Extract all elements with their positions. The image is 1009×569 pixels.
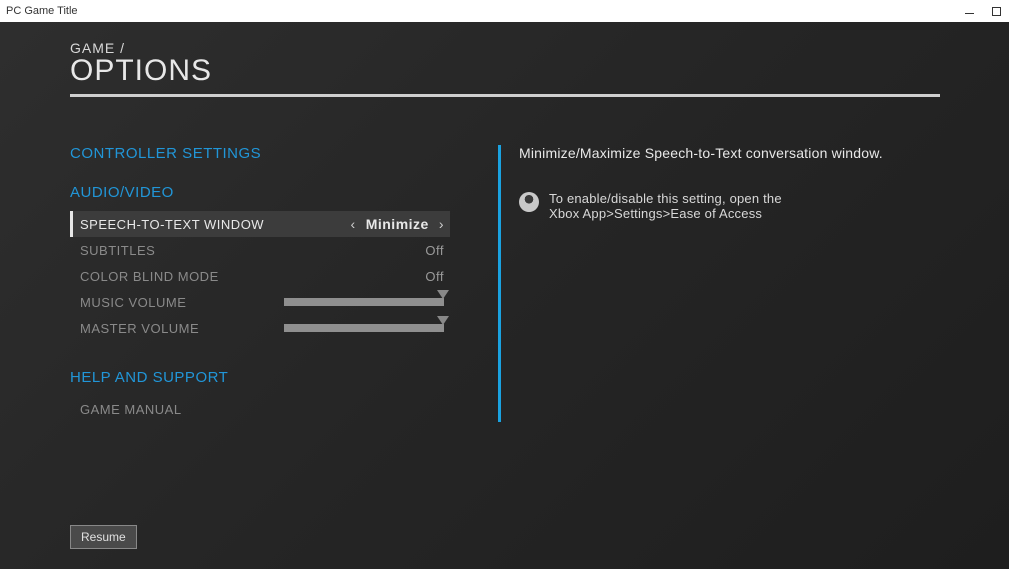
chevron-left-icon[interactable]: ‹ — [351, 216, 356, 232]
option-detail-panel: Minimize/Maximize Speech-to-Text convers… — [498, 145, 928, 422]
xbox-icon — [519, 192, 539, 212]
option-speech-to-text-window[interactable]: SPEECH-TO-TEXT WINDOW ‹ Minimize › — [70, 211, 450, 237]
header-divider — [70, 94, 940, 97]
slider-handle-icon[interactable] — [437, 290, 449, 299]
option-master-volume[interactable]: MASTER VOLUME — [70, 315, 450, 341]
game-viewport: GAME / OPTIONS CONTROLLER SETTINGS AUDIO… — [0, 22, 1009, 569]
slider-track[interactable] — [284, 298, 444, 306]
section-audio-video: AUDIO/VIDEO — [70, 184, 450, 201]
option-value: Minimize — [366, 216, 429, 232]
detail-description: Minimize/Maximize Speech-to-Text convers… — [519, 145, 928, 161]
option-label: GAME MANUAL — [80, 402, 182, 417]
minimize-icon[interactable] — [965, 13, 974, 14]
option-music-volume[interactable]: MUSIC VOLUME — [70, 289, 450, 315]
window-titlebar: PC Game Title — [0, 0, 1009, 22]
resume-button[interactable]: Resume — [70, 525, 137, 549]
hint-line-1: To enable/disable this setting, open the — [549, 191, 782, 206]
hint-line-2: Xbox App>Settings>Ease of Access — [549, 206, 782, 221]
section-help-support: HELP AND SUPPORT — [70, 369, 450, 386]
option-color-blind-mode[interactable]: COLOR BLIND MODE Off — [70, 263, 450, 289]
maximize-icon[interactable] — [992, 7, 1001, 16]
option-game-manual[interactable]: GAME MANUAL — [70, 396, 450, 422]
option-subtitles[interactable]: SUBTITLES Off — [70, 237, 450, 263]
chevron-right-icon[interactable]: › — [439, 216, 444, 232]
option-label: MASTER VOLUME — [80, 321, 199, 336]
detail-hint: To enable/disable this setting, open the… — [519, 191, 928, 221]
window-title: PC Game Title — [6, 5, 78, 17]
slider-track[interactable] — [284, 324, 444, 332]
page-title: OPTIONS — [70, 54, 959, 88]
option-label: SUBTITLES — [80, 243, 155, 258]
option-value: Off — [425, 243, 444, 258]
section-controller-settings[interactable]: CONTROLLER SETTINGS — [70, 145, 450, 162]
option-label: MUSIC VOLUME — [80, 295, 186, 310]
window-controls — [965, 7, 1001, 16]
option-label: COLOR BLIND MODE — [80, 269, 219, 284]
option-value: Off — [425, 269, 444, 284]
options-menu: CONTROLLER SETTINGS AUDIO/VIDEO SPEECH-T… — [70, 145, 450, 422]
option-label: SPEECH-TO-TEXT WINDOW — [80, 217, 264, 232]
slider-handle-icon[interactable] — [437, 316, 449, 325]
